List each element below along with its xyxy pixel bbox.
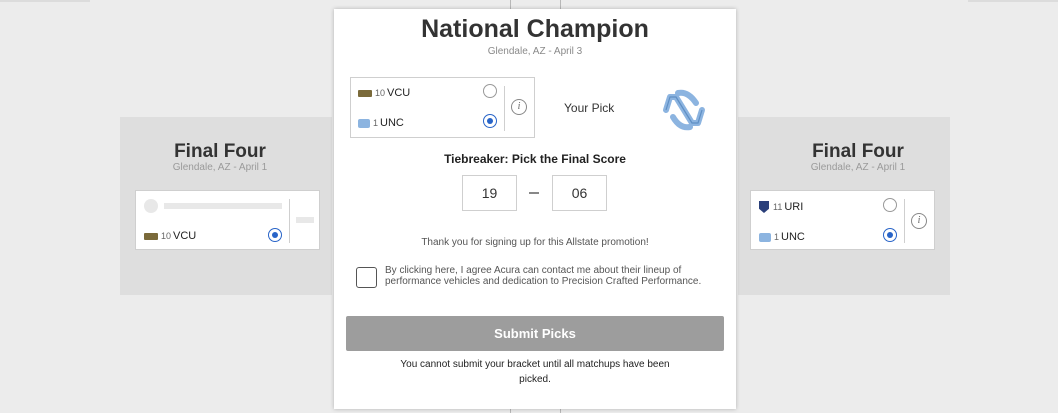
uri-logo [759,201,769,213]
matchup-row-uri[interactable]: 11 URI [759,197,889,217]
consent-text: By clicking here, I agree Acura can cont… [385,265,702,287]
unc-logo [663,89,705,131]
team-name: UNC [781,231,805,243]
championship-matchup-card: 10 VCU 1 UNC i [350,77,535,138]
radio-button-unc[interactable] [483,114,497,128]
unc-logo [358,118,370,128]
info-icon[interactable]: i [911,213,927,229]
team-name: VCU [387,87,411,99]
vcu-logo [358,89,372,97]
divider [289,199,290,243]
left-matchup-card: 10 VCU [135,190,320,250]
radio-button-uri[interactable] [883,198,897,212]
team-seed: 1 [373,118,379,128]
submit-warning: You cannot submit your bracket until all… [400,359,670,385]
team-name: URI [784,201,804,213]
team-name: UNC [380,117,404,129]
final-four-title: Final Four [812,141,904,162]
consent-checkbox[interactable] [356,267,377,288]
modal-title: National Champion [421,15,649,43]
tiebreaker-label: Tiebreaker: Pick the Final Score [444,152,626,166]
matchup-row-vcu[interactable]: 10 VCU [358,83,488,103]
unc-logo [759,232,771,242]
right-matchup-card: 11 URI 1 UNC i [750,190,935,250]
final-four-subtitle: Glendale, AZ - April 1 [172,162,268,173]
team-seed: 11 [773,202,783,212]
team-name: VCU [173,230,197,242]
thanks-message: Thank you for signing up for this Allsta… [421,237,649,248]
placeholder-info [296,217,314,223]
matchup-row-unc[interactable]: 1 UNC [759,227,889,247]
score-input-team-2[interactable]: 06 [552,175,607,211]
team-seed: 10 [375,88,386,98]
radio-button-vcu[interactable] [268,228,282,242]
national-champion-modal: National Champion Glendale, AZ - April 3… [334,9,736,409]
radio-button-unc[interactable] [883,228,897,242]
score-input-team-1[interactable]: 19 [462,175,517,211]
matchup-row-vcu[interactable]: 10 VCU [144,226,284,246]
submit-picks-button[interactable]: Submit Picks [346,316,724,351]
divider [904,199,905,243]
bracket-line [968,0,1058,2]
vcu-logo [144,232,158,240]
your-pick-label: Your Pick [564,101,615,115]
team-seed: 1 [774,232,780,242]
divider [504,86,505,131]
radio-button-vcu[interactable] [483,84,497,98]
info-icon[interactable]: i [511,99,527,115]
placeholder-team-name [164,203,282,209]
bracket-line [0,0,90,2]
modal-subtitle: Glendale, AZ - April 3 [487,46,583,57]
final-four-title: Final Four [174,141,266,162]
final-four-subtitle: Glendale, AZ - April 1 [810,162,906,173]
placeholder-team-logo [144,199,158,213]
team-seed: 10 [161,231,172,241]
matchup-row-unc[interactable]: 1 UNC [358,113,488,133]
score-separator [529,192,539,194]
